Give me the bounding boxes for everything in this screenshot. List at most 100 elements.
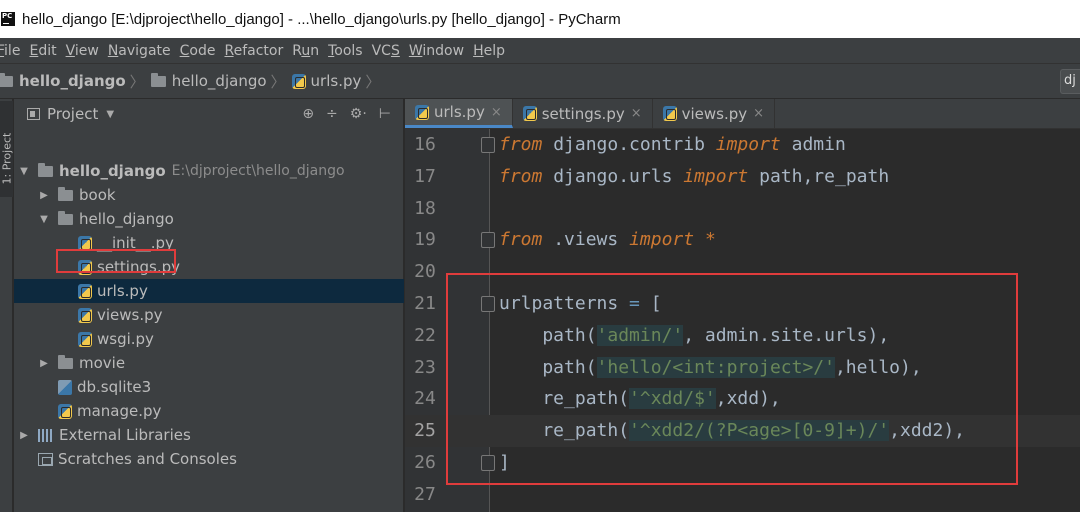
menu-item[interactable]: Run xyxy=(292,43,319,59)
tree-item[interactable]: urls.py xyxy=(14,279,404,303)
code-token: import xyxy=(715,134,781,155)
code-line[interactable]: 16 from django.contrib import admin xyxy=(405,129,1080,161)
menu-item[interactable]: File xyxy=(0,43,20,59)
code-token: from xyxy=(499,134,543,155)
hide-panel-icon[interactable]: ⊢ xyxy=(379,106,391,122)
code-line[interactable]: 19 from .views import * xyxy=(405,224,1080,256)
menu-item-label: ools xyxy=(334,42,363,59)
code-token: * xyxy=(704,229,716,251)
editor-tab-label: settings.py xyxy=(541,104,625,123)
collapsed-arrow-icon[interactable]: ▶ xyxy=(38,190,50,201)
project-tool-tab[interactable]: 1: Project xyxy=(0,101,14,197)
menu-item-label: efactor xyxy=(233,42,284,59)
menu-item[interactable]: Edit xyxy=(29,43,56,59)
python-file-icon xyxy=(78,331,92,347)
folder-icon xyxy=(58,354,73,369)
menu-item-prefix: R xyxy=(292,42,302,59)
menu-item[interactable]: View xyxy=(66,43,99,59)
line-number: 21 xyxy=(414,293,436,314)
project-panel-header: Project ▼ ⊕ ÷ ⚙· ⊢ xyxy=(14,99,403,129)
line-number: 22 xyxy=(414,324,436,346)
menu-item[interactable]: Window xyxy=(409,43,464,59)
menu-item-mnemonic: V xyxy=(65,42,75,59)
menu-item-label: indow xyxy=(422,42,465,59)
fold-marker-icon[interactable] xyxy=(481,137,495,153)
collapsed-arrow-icon[interactable]: ▶ xyxy=(18,430,30,441)
breadcrumb-project[interactable]: hello_django 〉 xyxy=(0,71,151,92)
breadcrumb-package[interactable]: hello_django 〉 xyxy=(150,71,292,92)
pycharm-app-icon: PC xyxy=(1,12,15,26)
database-file-icon xyxy=(58,379,72,395)
dropdown-arrow-icon[interactable]: ▼ xyxy=(106,109,114,120)
breadcrumb-label: hello_django xyxy=(19,72,126,90)
tree-item[interactable]: Scratches and Consoles xyxy=(14,447,404,471)
python-file-icon xyxy=(415,104,429,120)
menu-item[interactable]: Navigate xyxy=(108,43,171,59)
tree-item-label: hello_django xyxy=(79,210,174,228)
editor-tabs: urls.py × settings.py × views.py × xyxy=(405,99,1080,129)
settings-gear-icon[interactable]: ⚙· xyxy=(350,106,367,122)
code-token: admin xyxy=(780,134,846,155)
tree-item-label: book xyxy=(79,186,116,204)
folder-icon xyxy=(150,72,166,87)
menu-item[interactable]: Tools xyxy=(328,43,363,59)
close-tab-icon[interactable]: × xyxy=(753,106,764,121)
python-file-icon xyxy=(291,73,306,89)
close-tab-icon[interactable]: × xyxy=(491,105,502,120)
collapse-all-icon[interactable]: ÷ xyxy=(326,106,338,122)
menu-item-mnemonic: R xyxy=(224,42,234,59)
chevron-right-icon: 〉 xyxy=(270,72,286,91)
project-toolbar: ⊕ ÷ ⚙· ⊢ xyxy=(302,99,403,129)
tree-item-label: manage.py xyxy=(77,402,162,420)
menu-item[interactable]: Help xyxy=(473,43,505,59)
menu-item-label: ile xyxy=(4,42,21,59)
menu-bar: File Edit View Navigate Code Refactor Run Tools… xyxy=(0,38,1080,63)
chevron-right-icon: 〉 xyxy=(365,72,381,91)
breadcrumb-file[interactable]: urls.py 〉 xyxy=(291,71,387,92)
collapsed-arrow-icon[interactable]: ▶ xyxy=(38,358,50,369)
menu-item[interactable]: Refactor xyxy=(224,43,283,59)
left-tool-strip: 1: Project xyxy=(0,99,14,512)
fold-marker-icon[interactable] xyxy=(481,232,495,249)
tree-item-label: wsgi.py xyxy=(97,330,154,348)
run-config-button[interactable]: dj xyxy=(1060,69,1080,94)
tree-item-label: db.sqlite3 xyxy=(77,378,152,396)
close-tab-icon[interactable]: × xyxy=(631,106,642,121)
tree-item[interactable]: db.sqlite3 xyxy=(14,375,404,399)
tree-item[interactable]: views.py xyxy=(14,303,404,327)
project-icon xyxy=(27,108,40,120)
code-line[interactable]: 17 from django.urls import path,re_path xyxy=(405,161,1080,193)
menu-item-mnemonic: S xyxy=(390,42,400,59)
tree-item[interactable]: manage.py xyxy=(14,399,404,423)
menu-item-mnemonic: u xyxy=(301,42,311,59)
tree-item[interactable]: wsgi.py xyxy=(14,327,404,351)
title-bar: PC hello_django [E:\djproject\hello_djan… xyxy=(0,0,1080,38)
breadcrumb-label: urls.py xyxy=(310,72,362,90)
code-token: from xyxy=(499,229,543,251)
line-number: 18 xyxy=(414,197,436,219)
python-file-icon xyxy=(58,403,72,419)
tree-item[interactable]: ▼ hello_django xyxy=(14,207,404,231)
tree-item[interactable]: ▶ External Libraries xyxy=(14,423,404,447)
editor-tab[interactable]: settings.py × xyxy=(513,99,653,128)
code-token: .views xyxy=(542,229,630,251)
tree-item-label: views.py xyxy=(97,306,163,324)
expanded-arrow-icon[interactable]: ▼ xyxy=(38,214,50,225)
tree-item[interactable]: ▼ hello_django E:\djproject\hello_django xyxy=(14,159,404,183)
editor-tab[interactable]: urls.py × xyxy=(405,99,513,128)
tree-item[interactable]: ▶ movie xyxy=(14,351,404,375)
menu-item-label: iew xyxy=(74,42,99,59)
editor-tab[interactable]: views.py × xyxy=(653,99,776,128)
locate-file-icon[interactable]: ⊕ xyxy=(302,106,314,122)
menu-item-mnemonic: C xyxy=(179,42,190,59)
code-line[interactable]: 18 xyxy=(405,193,1080,225)
menu-item[interactable]: VCS xyxy=(372,43,400,59)
tree-item[interactable]: ▶ book xyxy=(14,183,404,207)
menu-item[interactable]: Code xyxy=(180,43,216,59)
code-token: django.contrib xyxy=(542,134,716,155)
folder-icon xyxy=(58,186,73,201)
project-view-selector[interactable]: Project xyxy=(47,105,98,123)
folder-icon xyxy=(58,210,73,225)
expanded-arrow-icon[interactable]: ▼ xyxy=(18,166,30,177)
